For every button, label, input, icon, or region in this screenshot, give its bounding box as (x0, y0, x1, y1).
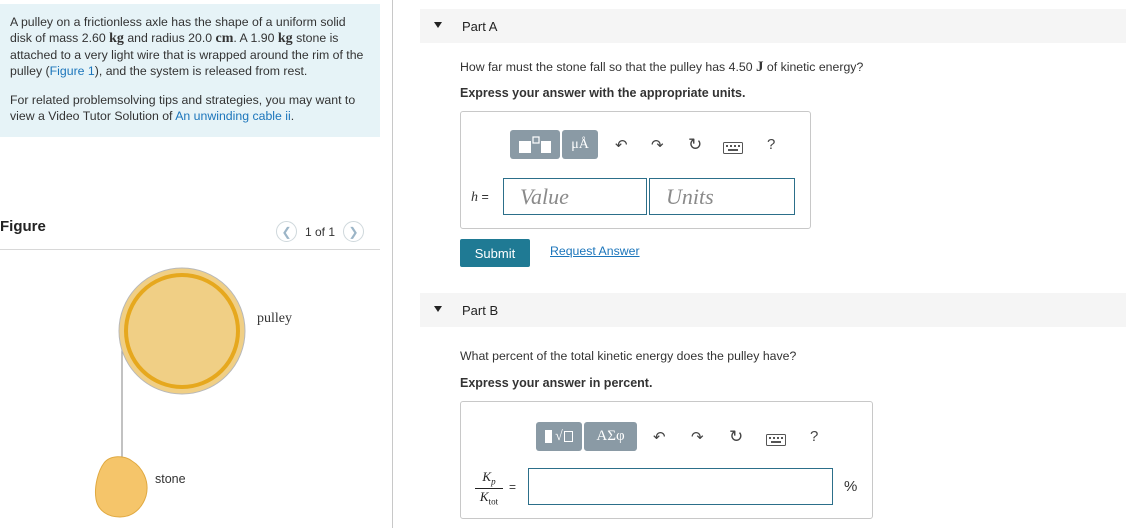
problem-statement: A pulley on a frictionless axle has the … (0, 4, 380, 137)
template-icon (545, 430, 553, 443)
equals-sign: = (509, 480, 517, 494)
part-b-title: Part B (462, 302, 499, 318)
variable-label-h: h = (471, 190, 489, 205)
value-input[interactable]: Value (503, 178, 647, 215)
part-a-header[interactable]: Part A (420, 9, 1126, 43)
chevron-left-icon[interactable]: ❮ (276, 221, 297, 242)
pulley-rim (124, 273, 240, 389)
help-button[interactable]: ? (767, 137, 775, 152)
pane-divider (392, 0, 393, 528)
units-button[interactable]: μÅ (562, 130, 598, 159)
help-button[interactable]: ? (810, 429, 818, 444)
request-answer-link[interactable]: Request Answer (550, 244, 640, 258)
undo-icon[interactable]: ↶ (653, 430, 666, 445)
figure-1-link[interactable]: Figure 1 (50, 64, 95, 78)
pager-text: 1 of 1 (305, 224, 336, 239)
collapse-triangle-icon[interactable] (434, 22, 442, 28)
templates-button[interactable] (510, 130, 560, 159)
percent-input[interactable] (528, 468, 833, 505)
keyboard-icon[interactable] (766, 434, 786, 446)
chevron-right-icon[interactable]: ❯ (343, 221, 365, 242)
part-b-answer-box: √ ΑΣφ ↶ ↷ ↻ ? Kp Ktot = % (460, 401, 873, 519)
collapse-triangle-icon[interactable] (434, 306, 442, 312)
reset-icon[interactable]: ↻ (688, 136, 702, 153)
figure-pager: ❮ 1 of 1 ❯ (276, 221, 365, 242)
part-b-question: What percent of the total kinetic energy… (460, 349, 797, 363)
redo-icon[interactable]: ↷ (651, 138, 664, 153)
problem-paragraph-2: For related problemsolving tips and stra… (10, 93, 356, 123)
part-a-answer-box: μÅ ↶ ↷ ↻ ? h = Value Units (460, 111, 811, 229)
stone-label: stone (155, 472, 186, 486)
left-pane: A pulley on a frictionless axle has the … (0, 0, 380, 528)
submit-button[interactable]: Submit (460, 239, 530, 267)
part-a-instruction: Express your answer with the appropriate… (460, 86, 746, 100)
sqrt-template-button[interactable]: √ (536, 422, 582, 451)
units-input[interactable]: Units (649, 178, 795, 215)
percent-unit: % (844, 478, 858, 495)
part-b-header[interactable]: Part B (420, 293, 1126, 327)
template-icon (519, 135, 551, 153)
pulley-figure: pulley stone (95, 267, 292, 518)
pulley-label: pulley (257, 311, 292, 326)
stone (95, 456, 148, 518)
figure-divider (0, 249, 380, 250)
part-a-question: How far must the stone fall so that the … (460, 59, 864, 75)
part-b-instruction: Express your answer in percent. (460, 376, 653, 390)
reset-icon[interactable]: ↻ (729, 428, 743, 445)
redo-icon[interactable]: ↷ (691, 430, 704, 445)
figure-title: Figure (0, 218, 46, 235)
fraction-label: Kp Ktot (475, 469, 503, 506)
part-a-title: Part A (462, 18, 498, 34)
keyboard-icon[interactable] (723, 142, 743, 154)
undo-icon[interactable]: ↶ (615, 138, 628, 153)
greek-symbols-button[interactable]: ΑΣφ (584, 422, 637, 451)
problem-paragraph-1: A pulley on a frictionless axle has the … (10, 15, 364, 78)
video-tutor-link[interactable]: An unwinding cable ii (175, 109, 291, 123)
